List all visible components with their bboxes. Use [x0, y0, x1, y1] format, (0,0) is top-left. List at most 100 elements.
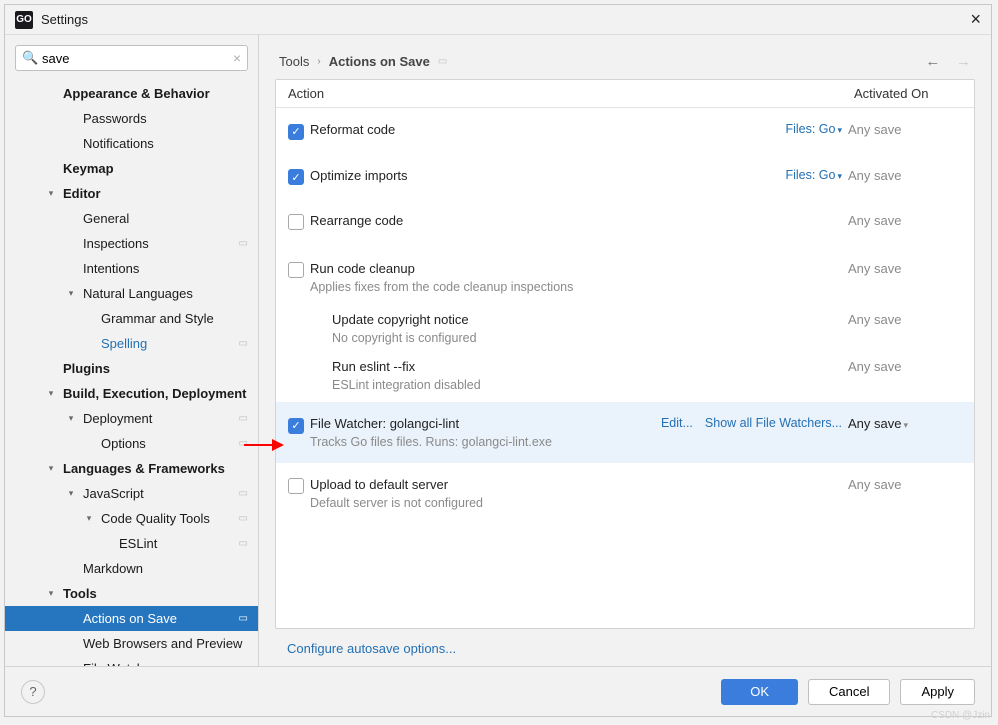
action-subtitle: ESLint integration disabled [332, 378, 842, 392]
sidebar-item-notifications[interactable]: Notifications [5, 131, 258, 156]
sidebar-item-label: Appearance & Behavior [63, 86, 248, 101]
table-row[interactable]: ✓Reformat codeFiles: Go▾Any save [276, 108, 974, 154]
sidebar-item-label: Intentions [83, 261, 248, 276]
table-header: Action Activated On [276, 80, 974, 108]
sidebar-item-plugins[interactable]: Plugins [5, 356, 258, 381]
table-row[interactable]: Rearrange code Any save [276, 199, 974, 247]
nav-forward-icon[interactable]: → [956, 53, 971, 70]
clear-search-icon[interactable]: × [233, 50, 241, 66]
table-row[interactable]: ✓File Watcher: golangci-lintTracks Go fi… [276, 402, 974, 463]
cancel-button[interactable]: Cancel [808, 679, 890, 705]
action-title: Upload to default server [310, 477, 842, 492]
checkbox[interactable] [288, 478, 304, 494]
table-row[interactable]: Update copyright noticeNo copyright is c… [276, 308, 974, 355]
close-icon[interactable]: × [970, 9, 981, 30]
sidebar-item-actions-on-save[interactable]: Actions on Save ▭ [5, 606, 258, 631]
sidebar-item-passwords[interactable]: Passwords [5, 106, 258, 131]
column-action[interactable]: Action [276, 86, 846, 101]
breadcrumb-parent[interactable]: Tools [279, 54, 309, 69]
chevron-down-icon: ▾ [59, 288, 83, 299]
sidebar-item-code-quality-tools[interactable]: ▾Code Quality Tools▭ [5, 506, 258, 531]
checkbox[interactable]: ✓ [288, 418, 304, 434]
sidebar-item-label: Spelling [101, 336, 235, 351]
sidebar-item-label: Passwords [83, 111, 248, 126]
sidebar-item-label: Web Browsers and Preview [83, 636, 248, 651]
action-title: Optimize imports [310, 168, 785, 183]
table-row[interactable]: Upload to default serverDefault server i… [276, 463, 974, 524]
chevron-down-icon: ▾ [39, 463, 63, 474]
gear-icon: ▭ [239, 663, 248, 666]
search-icon: 🔍 [22, 50, 38, 66]
sidebar-item-label: ESLint [119, 536, 235, 551]
checkbox[interactable] [288, 214, 304, 230]
activated-on[interactable]: Any save▾ [848, 416, 968, 449]
sidebar-item-label: Editor [63, 186, 248, 201]
sidebar-item-label: Natural Languages [83, 286, 248, 301]
sidebar-item-label: Grammar and Style [101, 311, 248, 326]
files-scope-link[interactable]: Files: Go▾ [785, 122, 842, 136]
sidebar-item-markdown[interactable]: Markdown [5, 556, 258, 581]
show-all-link[interactable]: Show all File Watchers... [705, 416, 842, 430]
search-box: 🔍 × [15, 45, 248, 71]
titlebar: GO Settings × [5, 5, 991, 35]
table-row[interactable]: Run code cleanupApplies fixes from the c… [276, 247, 974, 308]
configure-autosave-link[interactable]: Configure autosave options... [287, 641, 456, 656]
sidebar-item-web-browsers-and-preview[interactable]: Web Browsers and Preview [5, 631, 258, 656]
sidebar-item-label: Options [101, 436, 235, 451]
sidebar-item-appearance-behavior[interactable]: Appearance & Behavior [5, 81, 258, 106]
sidebar-item-keymap[interactable]: Keymap [5, 156, 258, 181]
sidebar-item-label: Actions on Save [83, 611, 235, 626]
sidebar-item-label: Deployment [83, 411, 235, 426]
sidebar-item-label: Notifications [83, 136, 248, 151]
column-activated[interactable]: Activated On [846, 86, 974, 101]
help-button[interactable]: ? [21, 680, 45, 704]
table-row[interactable]: ✓ Optimize importsFiles: Go▾ Any save [276, 154, 974, 200]
sidebar-item-spelling[interactable]: Spelling▭ [5, 331, 258, 356]
sidebar-item-label: File Watchers [83, 661, 235, 666]
sidebar-item-grammar-and-style[interactable]: Grammar and Style [5, 306, 258, 331]
chevron-down-icon: ▾ [39, 588, 63, 599]
nav-back-icon[interactable]: ← [925, 53, 940, 70]
sidebar-item-editor[interactable]: ▾Editor [5, 181, 258, 206]
sidebar-item-label: Plugins [63, 361, 248, 376]
activated-on: Any save [848, 213, 968, 233]
search-input[interactable] [15, 45, 248, 71]
sidebar-item-tools[interactable]: ▾Tools [5, 581, 258, 606]
sidebar-item-file-watchers[interactable]: File Watchers ▭ [5, 656, 258, 666]
checkbox[interactable] [288, 262, 304, 278]
chevron-down-icon: ▾ [77, 513, 101, 524]
sidebar-item-general[interactable]: General [5, 206, 258, 231]
action-subtitle: Applies fixes from the code cleanup insp… [310, 280, 842, 294]
sidebar-item-label: Code Quality Tools [101, 511, 235, 526]
activated-on: Any save [848, 168, 968, 186]
chevron-down-icon: ▾ [837, 171, 842, 181]
checkbox[interactable]: ✓ [288, 124, 304, 140]
sidebar-item-languages-frameworks[interactable]: ▾Languages & Frameworks [5, 456, 258, 481]
checkbox[interactable]: ✓ [288, 169, 304, 185]
actions-pane: Action Activated On ✓Reformat codeFiles:… [275, 79, 975, 629]
watermark: CSDN @Jzin [931, 710, 990, 721]
sidebar-item-natural-languages[interactable]: ▾Natural Languages [5, 281, 258, 306]
chevron-down-icon: ▾ [39, 388, 63, 399]
edit-link[interactable]: Edit... [661, 416, 693, 430]
gear-icon: ▭ [438, 56, 447, 67]
sidebar-item-eslint[interactable]: ESLint▭ [5, 531, 258, 556]
sidebar-item-build-execution-deployment[interactable]: ▾Build, Execution, Deployment [5, 381, 258, 406]
chevron-down-icon: ▾ [59, 413, 83, 424]
sidebar-item-inspections[interactable]: Inspections▭ [5, 231, 258, 256]
sidebar-item-intentions[interactable]: Intentions [5, 256, 258, 281]
apply-button[interactable]: Apply [900, 679, 975, 705]
sidebar-item-javascript[interactable]: ▾JavaScript▭ [5, 481, 258, 506]
main-panel: Tools › Actions on Save ▭ ← → Action Act… [259, 35, 991, 666]
activated-on: Any save [848, 477, 968, 510]
breadcrumb: Tools › Actions on Save ▭ ← → [259, 35, 991, 75]
table-row[interactable]: Run eslint --fixESLint integration disab… [276, 355, 974, 402]
files-scope-link[interactable]: Files: Go▾ [785, 168, 842, 182]
sidebar-item-deployment[interactable]: ▾Deployment▭ [5, 406, 258, 431]
action-title: Update copyright notice [332, 312, 842, 327]
gear-icon: ▭ [239, 613, 248, 624]
ok-button[interactable]: OK [721, 679, 798, 705]
activated-on: Any save [848, 359, 968, 392]
sidebar-item-options[interactable]: Options▭ [5, 431, 258, 456]
action-title: Rearrange code [310, 213, 842, 228]
